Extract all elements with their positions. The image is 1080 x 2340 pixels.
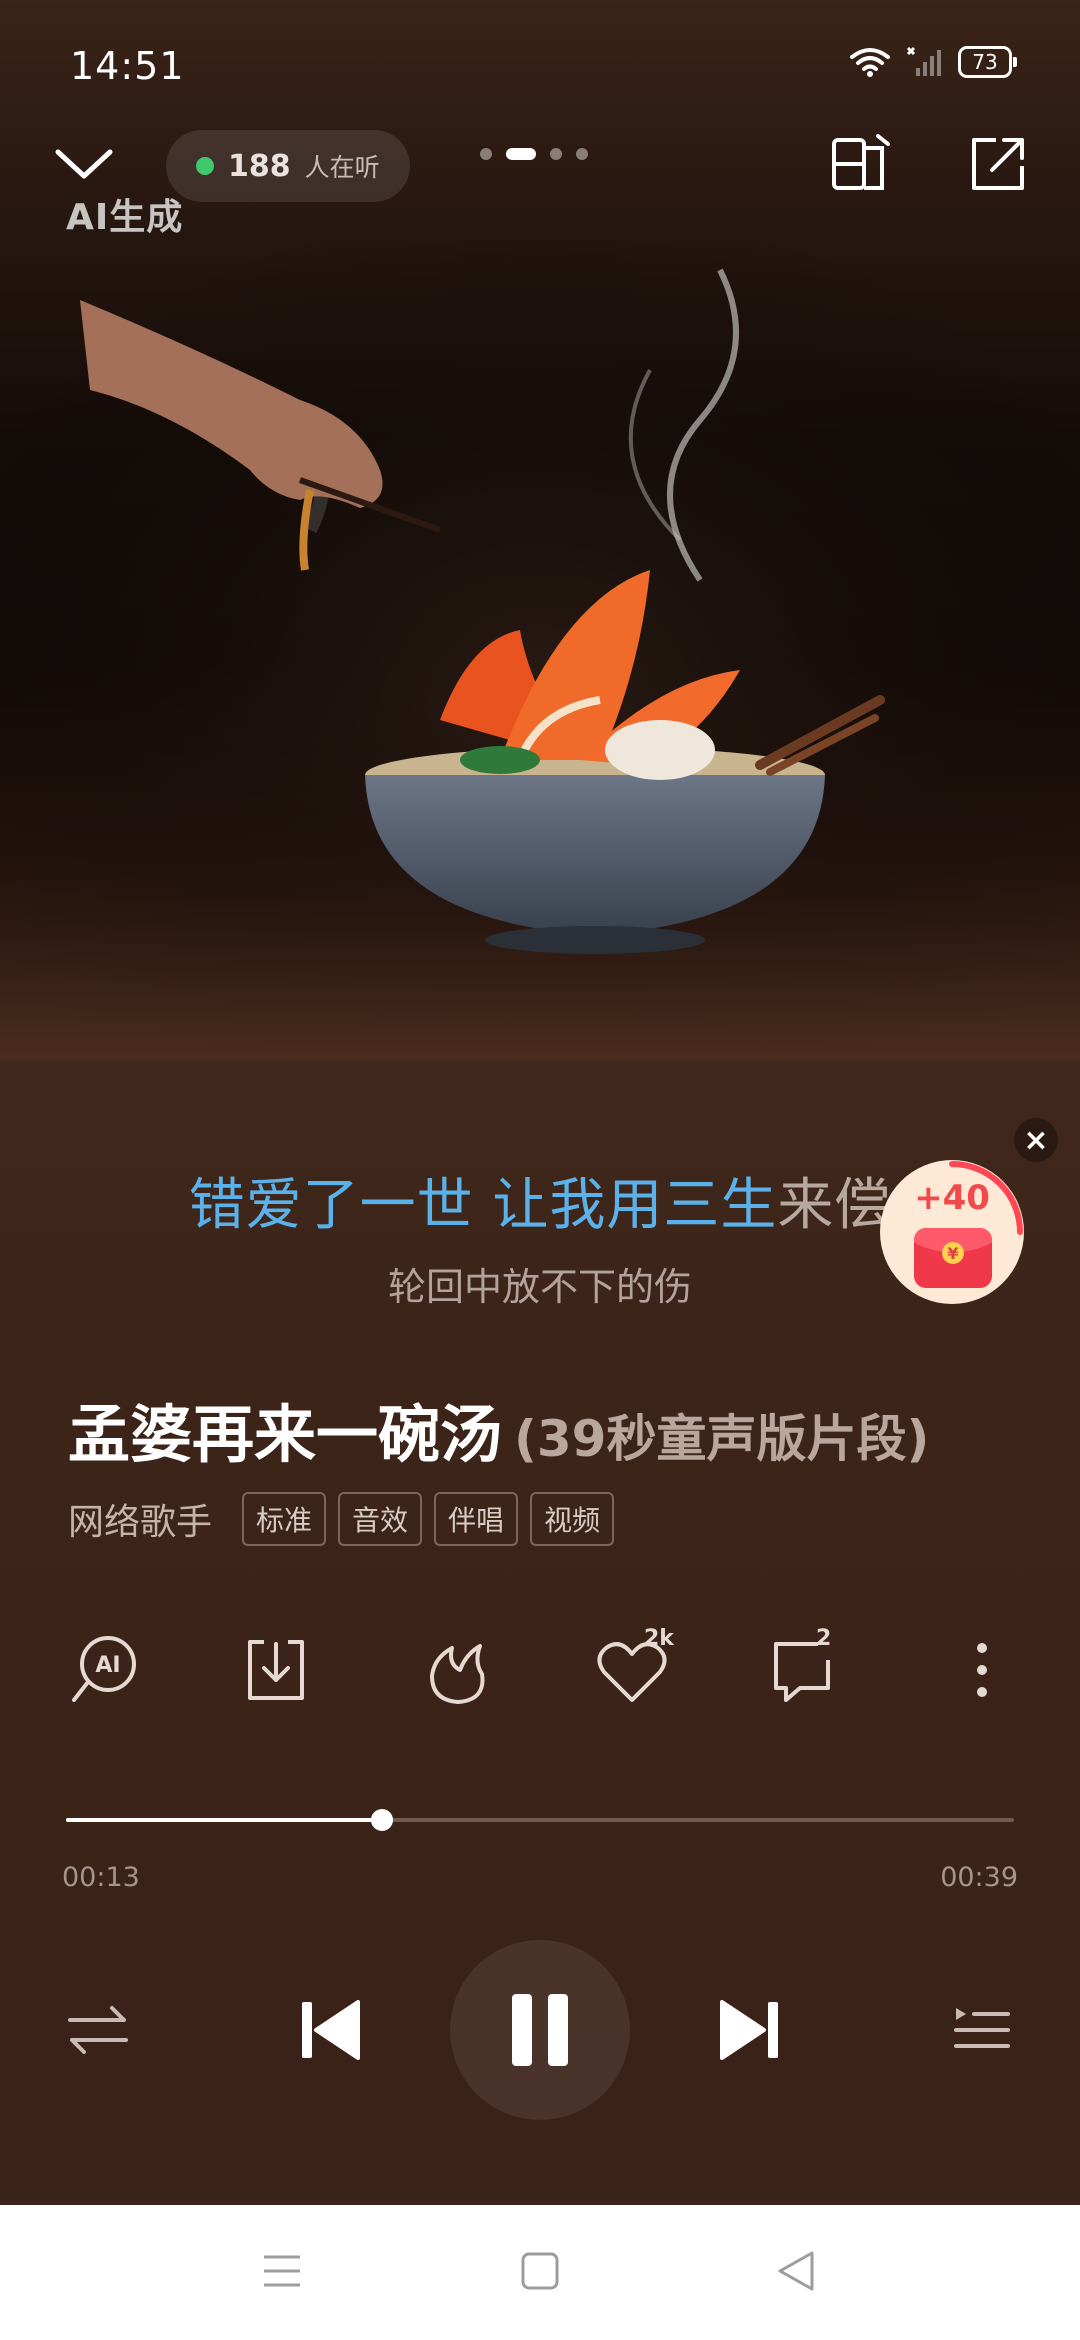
song-title[interactable]: 孟婆再来一碗汤 (39秒童声版片段) <box>68 1384 929 1474</box>
ai-assistant-icon[interactable]: AI <box>64 1630 144 1710</box>
coin-icon: ¥ <box>942 1242 964 1264</box>
progress-fill <box>66 1818 382 1822</box>
reward-amount: +40 <box>914 1178 990 1218</box>
like-button[interactable]: 2k <box>592 1626 682 1710</box>
wifi-icon <box>850 48 890 77</box>
screen-cast-icon[interactable] <box>830 132 894 196</box>
page-dot-active <box>506 148 536 160</box>
repeat-mode-icon[interactable] <box>66 1990 130 2070</box>
song-title-version: (39秒童声版片段) <box>514 1410 930 1468</box>
action-row: AI 2k 2 <box>0 1626 1080 1720</box>
previous-track-icon[interactable] <box>296 1994 366 2066</box>
playlist-icon[interactable] <box>952 1990 1012 2070</box>
hot-flame-icon[interactable] <box>418 1630 498 1710</box>
red-envelope-icon: ¥ <box>914 1228 992 1288</box>
playback-controls <box>0 1940 1080 2120</box>
tag-accompaniment[interactable]: 伴唱 <box>434 1492 519 1546</box>
signal-icon <box>906 46 941 76</box>
artist-name[interactable]: 网络歌手 <box>68 1493 212 1545</box>
ai-generated-watermark: AI生成 <box>66 197 184 238</box>
promo-close-icon[interactable]: × <box>1014 1118 1058 1162</box>
listeners-label: 人在听 <box>304 153 380 182</box>
tag-sound-effect[interactable]: 音效 <box>338 1492 423 1546</box>
pause-button[interactable] <box>450 1940 630 2120</box>
progress-knob[interactable] <box>370 1809 393 1831</box>
clock: 14:51 <box>70 44 185 88</box>
page-dot <box>550 148 562 160</box>
red-packet-reward[interactable]: +40 ¥ <box>880 1160 1024 1304</box>
page-indicator <box>480 148 588 160</box>
comment-count: 2 <box>816 1626 832 1651</box>
pause-icon <box>512 1994 532 2066</box>
page-dot <box>480 148 492 160</box>
home-icon[interactable] <box>520 2251 560 2291</box>
total-time: 00:39 <box>940 1862 1018 1893</box>
page-dot <box>576 148 588 160</box>
status-bar: 14:51 73 <box>0 0 1080 130</box>
system-nav-bar <box>0 2205 1080 2340</box>
live-dot-icon <box>196 157 214 175</box>
collapse-chevron-icon[interactable] <box>52 138 116 194</box>
lyric-sung-part: 错爱了一世 让我用三生 <box>188 1173 778 1238</box>
like-count: 2k <box>644 1626 674 1651</box>
tag-video[interactable]: 视频 <box>530 1492 615 1546</box>
song-title-main: 孟婆再来一碗汤 <box>68 1398 503 1471</box>
battery-icon: 73 <box>958 46 1017 78</box>
more-options-icon[interactable] <box>942 1630 1022 1710</box>
top-bar: AI生成 188 人在听 <box>0 130 1080 240</box>
lyric-unsung-part: 来偿 <box>777 1173 892 1238</box>
status-icons: 73 <box>850 46 1017 78</box>
menu-icon[interactable] <box>262 2251 302 2291</box>
progress-bar[interactable] <box>66 1809 1014 1831</box>
next-track-icon[interactable] <box>714 1994 784 2066</box>
share-icon[interactable] <box>966 132 1030 196</box>
download-icon[interactable] <box>236 1630 316 1710</box>
tag-standard[interactable]: 标准 <box>242 1492 327 1546</box>
listeners-count: 188 <box>228 148 291 184</box>
current-time: 00:13 <box>62 1862 140 1893</box>
player-screen: 14:51 73 AI生成 188 人在听 错爱了一世 让我用三生来偿 轮回中放… <box>0 0 1080 2205</box>
back-icon[interactable] <box>776 2249 816 2293</box>
artist-row: 网络歌手 标准 音效 伴唱 视频 <box>68 1492 615 1546</box>
svg-text:AI: AI <box>95 1653 120 1678</box>
pause-icon <box>548 1994 568 2066</box>
album-artwork[interactable] <box>0 240 1080 1060</box>
listeners-pill[interactable]: 188 人在听 <box>166 130 410 202</box>
comment-button[interactable]: 2 <box>762 1626 852 1710</box>
